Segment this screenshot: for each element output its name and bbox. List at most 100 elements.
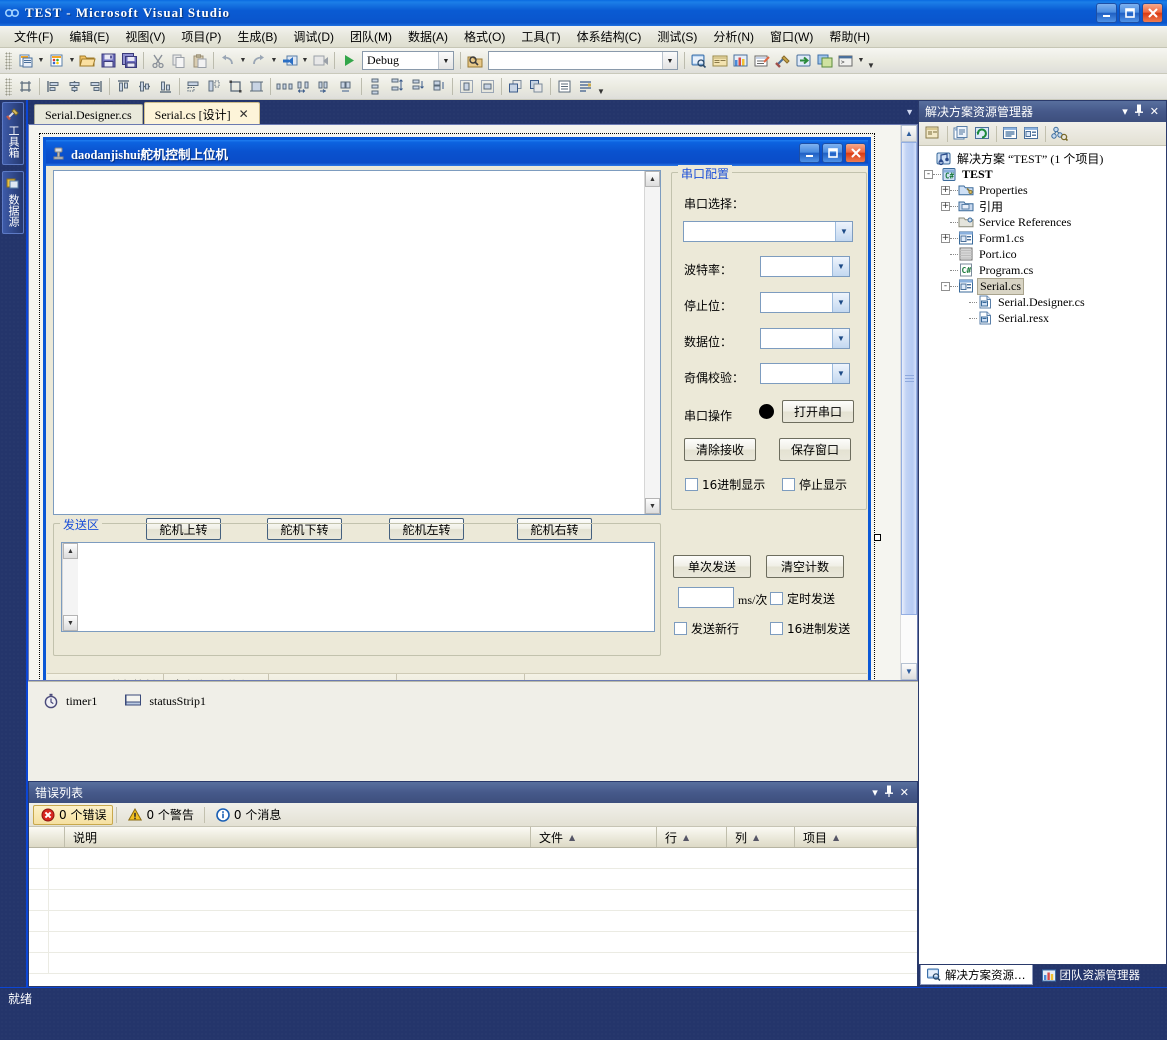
navigate-backward-dropdown-icon[interactable]: ▼ — [300, 50, 310, 71]
center-horizontally-icon[interactable] — [456, 76, 477, 97]
stop-display-checkbox[interactable]: 停止显示 — [782, 476, 847, 493]
properties-icon[interactable] — [923, 123, 944, 144]
pin-icon[interactable] — [884, 785, 894, 800]
pin-icon[interactable] — [1134, 104, 1144, 119]
selection-handle[interactable] — [874, 534, 881, 541]
center-vertically-icon[interactable] — [477, 76, 498, 97]
find-in-files-icon[interactable] — [464, 50, 485, 71]
align-to-grid-icon[interactable] — [15, 76, 36, 97]
form-minimize-button[interactable] — [799, 143, 820, 163]
tray-item-statusstrip1[interactable]: statusStrip1 — [125, 692, 206, 710]
tree-node-port-ico[interactable]: Port.ico — [921, 246, 1164, 262]
view-code-icon[interactable] — [1000, 123, 1021, 144]
chevron-down-icon[interactable]: ▾ — [1122, 105, 1128, 118]
scroll-thumb[interactable] — [901, 142, 917, 615]
menu-item-build[interactable]: 生成(B) — [229, 26, 285, 47]
scroll-down-icon[interactable]: ▼ — [901, 663, 917, 680]
expand-icon[interactable]: + — [941, 234, 950, 243]
menu-item-window[interactable]: 窗口(W) — [762, 26, 821, 47]
menu-item-format[interactable]: 格式(O) — [456, 26, 513, 47]
chevron-down-icon[interactable]: ▼ — [832, 257, 849, 276]
horizontal-spacing-decrease-icon[interactable] — [316, 76, 337, 97]
view-designer-icon[interactable] — [1021, 123, 1042, 144]
scroll-down-icon[interactable]: ▼ — [63, 615, 78, 631]
chevron-down-icon[interactable]: ▼ — [662, 52, 677, 69]
status-homepage-link[interactable]: 点击访问我的主页 — [164, 674, 269, 681]
checkbox-box[interactable] — [770, 622, 783, 635]
send-to-back-icon[interactable] — [526, 76, 547, 97]
tab-serial-designer-cs[interactable]: Serial.Designer.cs — [34, 104, 143, 124]
collapse-icon[interactable]: - — [924, 170, 933, 179]
size-to-grid-icon[interactable] — [246, 76, 267, 97]
dock-tab-solution-explorer[interactable]: 解决方案资源… — [920, 965, 1033, 985]
new-project-dropdown-icon[interactable]: ▼ — [36, 50, 46, 71]
checkbox-box[interactable] — [782, 478, 795, 491]
scroll-up-icon[interactable]: ▲ — [645, 171, 660, 187]
error-filter-errors[interactable]: 0 个错误 — [33, 805, 113, 825]
column-header-line[interactable]: 行 ▲ — [657, 827, 727, 847]
menu-item-team[interactable]: 团队(M) — [342, 26, 400, 47]
add-new-item-dropdown-icon[interactable]: ▼ — [67, 50, 77, 71]
close-button[interactable] — [1142, 3, 1163, 23]
vertical-spacing-increase-icon[interactable] — [386, 76, 407, 97]
maximize-button[interactable] — [1119, 3, 1140, 23]
tree-node-serial-designer-cs[interactable]: Serial.Designer.cs — [921, 294, 1164, 310]
databit-combo[interactable]: ▼ — [760, 328, 850, 349]
scroll-up-icon[interactable]: ▲ — [63, 543, 78, 559]
checkbox-box[interactable] — [685, 478, 698, 491]
table-row[interactable] — [29, 932, 917, 953]
error-filter-messages[interactable]: 0 个消息 — [208, 805, 288, 825]
stopbit-combo[interactable]: ▼ — [760, 292, 850, 313]
scroll-track[interactable] — [901, 615, 917, 663]
receive-textbox[interactable]: ▲ ▼ — [53, 170, 661, 515]
make-same-height-icon[interactable] — [204, 76, 225, 97]
tab-serial-cs-design[interactable]: Serial.cs [设计] ✕ — [144, 102, 260, 124]
send-once-button[interactable]: 单次发送 — [673, 555, 751, 578]
toolbox-window-icon[interactable] — [751, 50, 772, 71]
vertical-spacing-decrease-icon[interactable] — [407, 76, 428, 97]
tree-node-properties[interactable]: + Properties — [921, 182, 1164, 198]
align-middles-icon[interactable] — [134, 76, 155, 97]
show-all-files-icon[interactable] — [951, 123, 972, 144]
expand-icon[interactable]: + — [941, 202, 950, 211]
navigate-forward-icon[interactable] — [310, 50, 331, 71]
send-interval-input[interactable] — [678, 587, 734, 608]
menu-item-project[interactable]: 项目(P) — [173, 26, 229, 47]
clear-count-button[interactable]: 清空计数 — [766, 555, 844, 578]
receive-textbox-value[interactable] — [54, 171, 644, 514]
table-row[interactable] — [29, 869, 917, 890]
command-window-dropdown-icon[interactable]: ▼ — [856, 50, 866, 71]
menu-item-edit[interactable]: 编辑(E) — [61, 26, 117, 47]
tree-node-form1-cs[interactable]: + Form1.cs — [921, 230, 1164, 246]
horizontal-spacing-increase-icon[interactable] — [295, 76, 316, 97]
menu-item-tools[interactable]: 工具(T) — [513, 26, 568, 47]
solution-tree[interactable]: 解决方案 “TEST” (1 个项目) - C# TEST + — [919, 146, 1166, 964]
chevron-down-icon[interactable]: ▼ — [832, 329, 849, 348]
tab-order-icon[interactable] — [554, 76, 575, 97]
open-serial-button[interactable]: 打开串口 — [782, 400, 854, 423]
column-header-file[interactable]: 文件 ▲ — [531, 827, 657, 847]
scroll-track[interactable] — [63, 559, 78, 615]
parity-combo[interactable]: ▼ — [760, 363, 850, 384]
form-close-button[interactable] — [845, 143, 866, 163]
horizontal-spacing-remove-icon[interactable] — [337, 76, 358, 97]
redo-icon[interactable] — [248, 50, 269, 71]
checkbox-box[interactable] — [770, 592, 783, 605]
send-textbox[interactable]: ▲ ▼ — [61, 542, 655, 632]
tray-item-timer1[interactable]: timer1 — [42, 692, 97, 710]
close-icon[interactable]: ✕ — [900, 786, 909, 799]
menu-item-view[interactable]: 视图(V) — [117, 26, 173, 47]
column-header-icon[interactable] — [29, 827, 65, 847]
align-tops-icon[interactable] — [113, 76, 134, 97]
align-rights-icon[interactable] — [85, 76, 106, 97]
column-header-column[interactable]: 列 ▲ — [727, 827, 795, 847]
table-row[interactable] — [29, 953, 917, 974]
tree-node-program-cs[interactable]: C# Program.cs — [921, 262, 1164, 278]
properties-window-icon[interactable] — [709, 50, 730, 71]
chevron-down-icon[interactable]: ▼ — [832, 364, 849, 383]
table-row[interactable] — [29, 890, 917, 911]
cut-icon[interactable] — [147, 50, 168, 71]
tree-node-service-references[interactable]: Service References — [921, 214, 1164, 230]
toolbar-grip[interactable] — [5, 78, 12, 96]
tree-node-solution[interactable]: 解决方案 “TEST” (1 个项目) — [921, 150, 1164, 166]
